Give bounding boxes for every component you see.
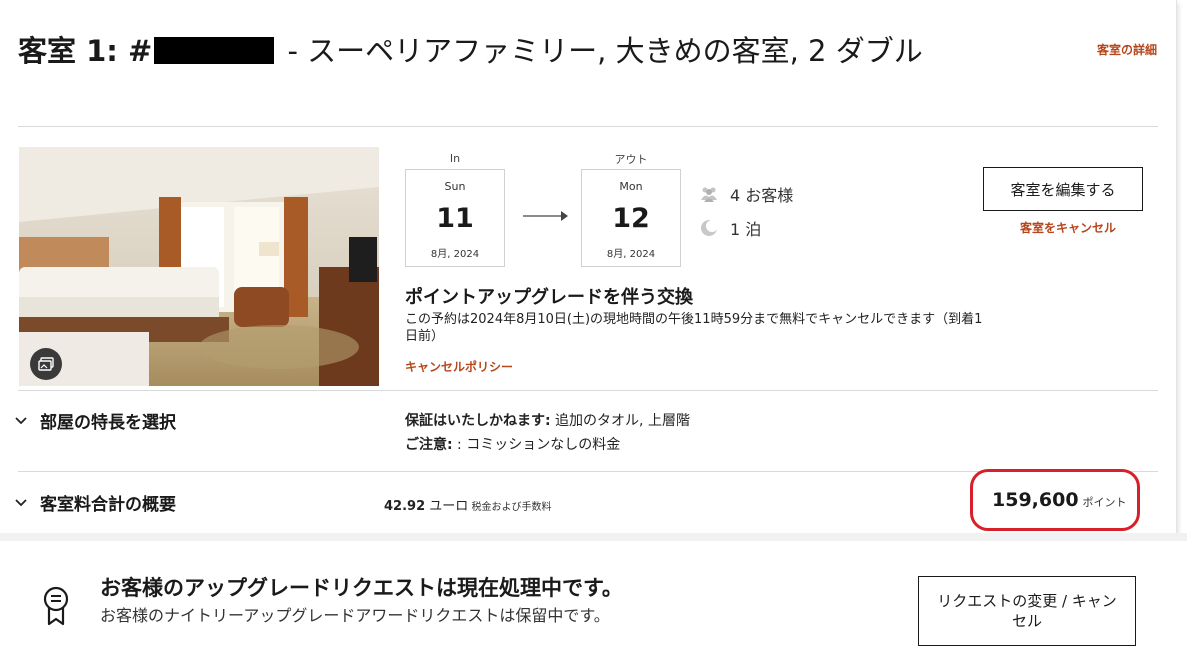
rate-summary-title: 客室料合計の概要 (40, 495, 176, 515)
upgrade-notice-title: お客様のアップグレードリクエストは現在処理中です。 (100, 576, 623, 600)
room-title-prefix: 客室 1: # (18, 34, 153, 68)
redacted-confirmation-number (154, 37, 275, 64)
eur-amount: 42.92 (384, 499, 426, 514)
guests-icon (701, 187, 717, 202)
cancel-room-link[interactable]: 客室をキャンセル (1020, 219, 1116, 236)
divider (18, 390, 1158, 391)
checkout-dow: Mon (619, 180, 643, 193)
taxes-and-fees: 42.92 ユーロ 税金および手数料 (384, 495, 551, 514)
highlight-annotation (970, 469, 1140, 531)
gallery-icon[interactable] (30, 348, 62, 380)
section-divider-band (0, 533, 1187, 541)
room-title: 客室 1: # - スーペリアファミリー, 大きめの客室, 2 ダブル (18, 32, 958, 70)
upgrade-notice-text: お客様のナイトリーアップグレードアワードリクエストは保留中です。 (100, 606, 610, 625)
guaranteed-features: 保証はいたしかねます: 追加のタオル, 上層階 (405, 410, 690, 430)
change-cancel-request-button[interactable]: リクエストの変更 / キャンセル (918, 576, 1136, 646)
moon-icon (701, 220, 718, 236)
night-count-text: 1 泊 (730, 220, 762, 239)
checkout-date: Mon 12 8月, 2024 (581, 169, 681, 267)
room-features-title: 部屋の特長を選択 (40, 413, 176, 433)
room-details-link[interactable]: 客室の詳細 (1097, 41, 1157, 58)
checkin-dow: Sun (444, 180, 466, 193)
night-count: 1 泊 (700, 216, 761, 240)
checkout-label: アウト (614, 153, 648, 166)
eur-note: 税金および手数料 (468, 502, 552, 513)
chevron-down-icon (15, 498, 27, 506)
guest-count: 4 お客様 (700, 182, 793, 206)
room-photo[interactable] (19, 147, 379, 386)
cancellation-note: この予約は2024年8月10日(土)の現地時間の午後11時59分まで無料でキャン… (405, 312, 983, 344)
edit-room-button[interactable]: 客室を編集する (983, 167, 1143, 211)
divider (18, 126, 1158, 127)
note-value: : コミッションなしの料金 (452, 437, 621, 453)
room-features-toggle[interactable]: 部屋の特長を選択 (14, 408, 176, 433)
checkin-day: 11 (436, 203, 474, 234)
checkin-label: In (449, 152, 461, 165)
rate-summary-toggle[interactable]: 客室料合計の概要 (14, 490, 176, 515)
guest-count-text: 4 お客様 (730, 186, 794, 205)
room-title-name: - スーペリアファミリー, 大きめの客室, 2 ダブル (278, 34, 923, 68)
cancellation-policy-link[interactable]: キャンセルポリシー (405, 358, 513, 375)
checkout-day: 12 (612, 203, 650, 234)
rate-name: ポイントアップグレードを伴う交換 (405, 287, 693, 308)
checkin-date: Sun 11 8月, 2024 (405, 169, 505, 267)
checkin-month-year: 8月, 2024 (430, 249, 480, 260)
chevron-down-icon (15, 416, 27, 424)
note-label: ご注意: (405, 437, 453, 453)
arrow-right-icon (523, 211, 568, 221)
checkout-month-year: 8月, 2024 (606, 249, 656, 260)
eur-unit: ユーロ (425, 499, 469, 514)
guaranteed-value: 追加のタオル, 上層階 (550, 413, 690, 429)
award-ribbon-icon (40, 585, 72, 631)
rate-note: ご注意: : コミッションなしの料金 (405, 434, 620, 454)
guaranteed-label: 保証はいたしかねます: (405, 413, 551, 429)
